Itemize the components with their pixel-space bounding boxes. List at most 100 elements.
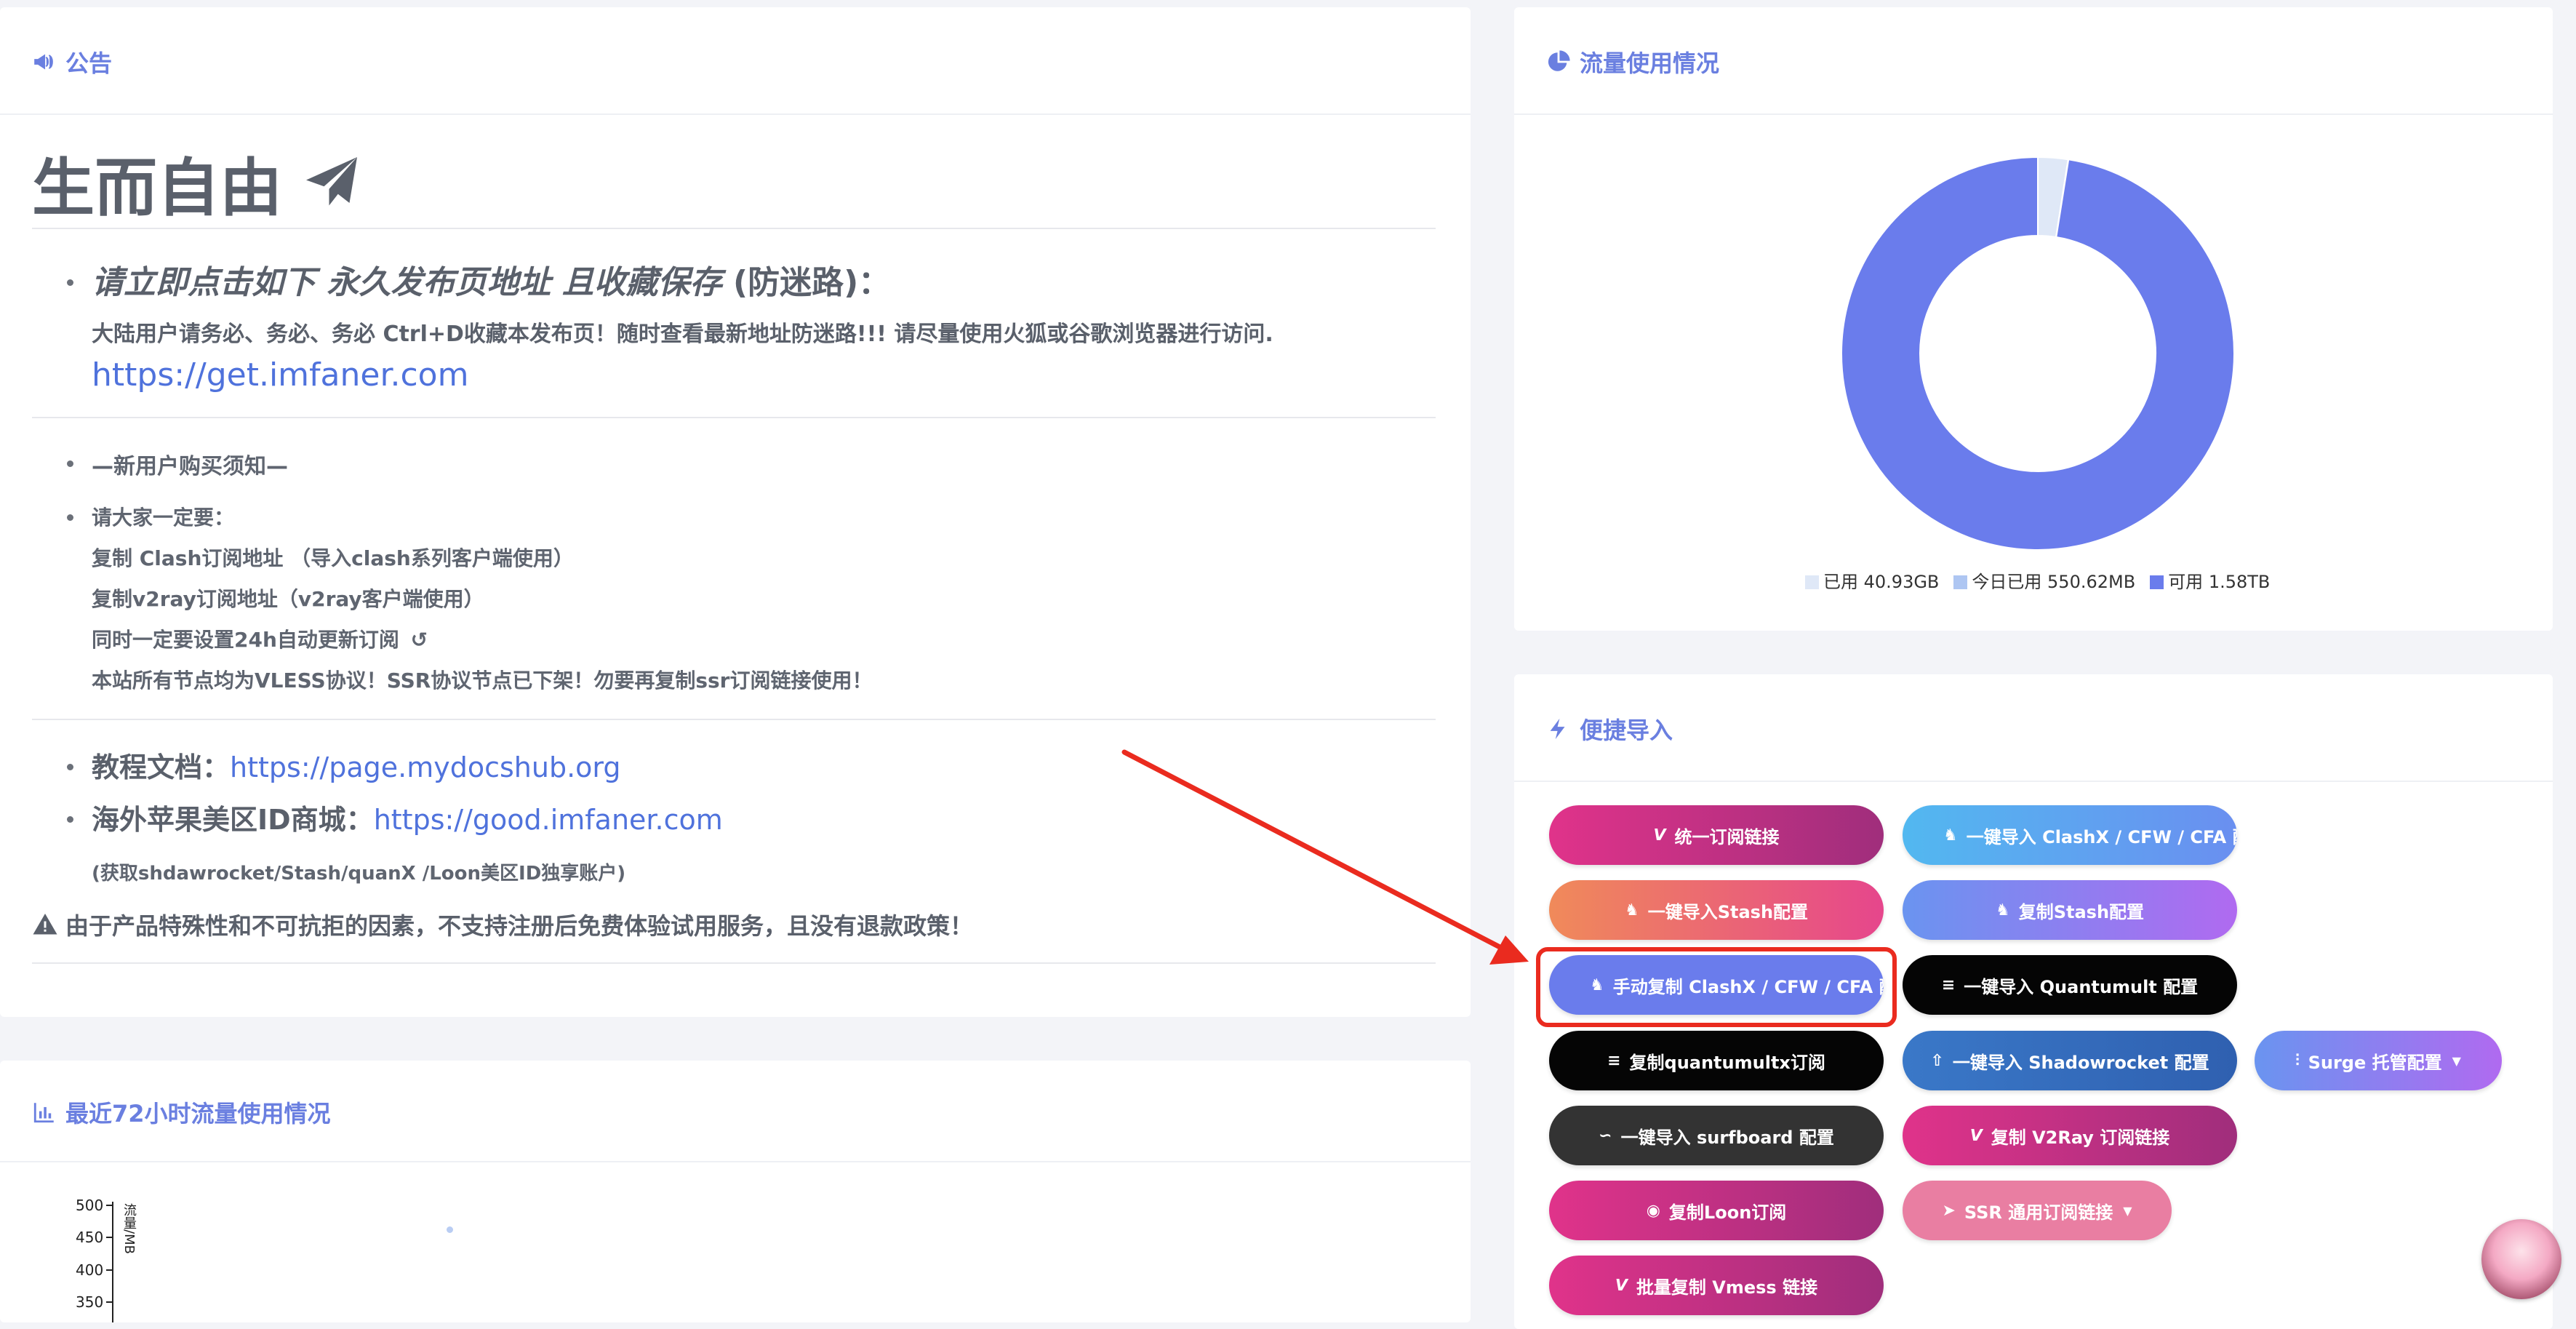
quantumult-icon: ≡ — [1607, 1051, 1621, 1070]
quantumult-icon: ≡ — [1941, 975, 1956, 994]
highlight-box — [1536, 947, 1897, 1027]
list-bullet — [67, 764, 73, 770]
announcement-title-text: 公告 — [65, 49, 113, 77]
usage-donut-chart — [1841, 156, 2235, 551]
y-tick-mark — [106, 1205, 112, 1206]
lead-suffix: (防迷路)： — [732, 264, 891, 301]
cat-icon: ♞ — [1943, 826, 1958, 845]
y-tick-label: 400 — [76, 1261, 104, 1279]
traffic-usage-title-text: 流量使用情况 — [1580, 49, 1720, 77]
traffic-usage-title: 流量使用情况 — [1546, 45, 1719, 79]
docs-row: 教程文档：https://page.mydocshub.org — [92, 745, 620, 785]
surfboard-icon: ∽ — [1599, 1126, 1612, 1145]
unified-subscription-button[interactable]: 𝙑 统一订阅链接 — [1549, 805, 1884, 865]
announcement-title: 公告 — [32, 45, 112, 79]
y-tick-label: 450 — [76, 1229, 104, 1246]
bookmark-note: 大陆用户请务必、务必、务必 Ctrl+D收藏本发布页！随时查看最新地址防迷路!!… — [92, 322, 1273, 347]
button-label: 一键导入 Quantumult 配置 — [1964, 976, 2199, 997]
surge-icon: ⫶ — [2295, 1051, 2300, 1070]
list-bullet — [67, 514, 73, 521]
batch-copy-vmess-button[interactable]: 𝙑 批量复制 Vmess 链接 — [1549, 1256, 1884, 1315]
divider — [32, 417, 1436, 418]
megaphone-icon — [34, 54, 53, 70]
button-label: 一键导入Stash配置 — [1647, 901, 1809, 922]
v-icon: 𝙑 — [1615, 1276, 1628, 1295]
cat-icon: ♞ — [1624, 901, 1639, 919]
traffic-72h-header: 最近72小时流量使用情况 — [0, 1061, 1471, 1162]
divider — [32, 228, 1436, 229]
copy-stash-button[interactable]: ♞ 复制Stash配置 — [1903, 880, 2237, 940]
import-quantumult-button[interactable]: ≡ 一键导入 Quantumult 配置 — [1903, 955, 2237, 1015]
traffic-72h-title: 最近72小时流量使用情况 — [32, 1095, 331, 1129]
list-bullet — [67, 279, 73, 286]
y-tick-label: 500 — [76, 1197, 104, 1214]
v-icon: 𝙑 — [1969, 1126, 1983, 1145]
legend-label: 可用 1.58TB — [2168, 572, 2271, 592]
announcement-header: 公告 — [0, 7, 1471, 115]
import-surfboard-button[interactable]: ∽ 一键导入 surfboard 配置 — [1549, 1106, 1884, 1165]
store-label: 海外苹果美区ID商城： — [92, 804, 374, 836]
button-label: 统一订阅链接 — [1674, 826, 1780, 847]
button-label: SSR 通用订阅链接 — [1964, 1202, 2113, 1223]
y-tick-mark — [106, 1301, 112, 1303]
import-clashx-button[interactable]: ♞ 一键导入 ClashX / CFW / CFA 配置 — [1903, 805, 2237, 865]
avatar[interactable] — [2481, 1219, 2561, 1299]
store-note: (获取shdawrocket/Stash/quanX /Loon美区ID独享账户… — [92, 863, 626, 885]
docs-link[interactable]: https://page.mydocshub.org — [230, 751, 620, 783]
traffic-usage-card: 流量使用情况 已用 40.93GB 今日已用 550.62MB 可用 1.58T… — [1514, 7, 2553, 631]
button-label: 复制quantumultx订阅 — [1629, 1052, 1825, 1073]
bolt-icon — [1550, 718, 1565, 740]
y-axis-line — [112, 1202, 113, 1322]
button-label: 一键导入 Shadowrocket 配置 — [1952, 1052, 2209, 1073]
legend-item-used: 已用 40.93GB — [1805, 567, 1939, 593]
y-tick-mark — [106, 1269, 112, 1271]
import-shadowrocket-button[interactable]: ⇧ 一键导入 Shadowrocket 配置 — [1903, 1031, 2237, 1090]
button-label: 复制Loon订阅 — [1668, 1202, 1787, 1223]
loon-icon: ◉ — [1646, 1201, 1660, 1220]
traffic-72h-card: 最近72小时流量使用情况 500 450 400 350 流量/MB — [0, 1061, 1471, 1322]
button-label: 一键导入 ClashX / CFW / CFA 配置 — [1966, 826, 2237, 847]
v2ray-copy-instruction: 复制v2ray订阅地址（v2ray客户端使用） — [92, 587, 484, 611]
new-user-notice: —新用户购买须知— — [92, 454, 288, 479]
button-label: 复制 V2Ray 订阅链接 — [1991, 1127, 2170, 1148]
store-link[interactable]: https://good.imfaner.com — [374, 804, 723, 836]
ssr-subscription-button[interactable]: ➤ SSR 通用订阅链接 ▼ — [1903, 1181, 2172, 1240]
quick-import-title: 便捷导入 — [1546, 712, 1673, 746]
data-point — [447, 1226, 453, 1233]
import-stash-button[interactable]: ♞ 一键导入Stash配置 — [1549, 880, 1884, 940]
refresh-icon: ↺ — [410, 628, 428, 652]
quick-import-header: 便捷导入 — [1514, 674, 2553, 782]
warning-row: 由于产品特殊性和不可抗拒的因素，不支持注册后免费体验试用服务，且没有退款政策！ — [32, 908, 973, 941]
heading-text: 生而自由 — [32, 152, 282, 225]
list-bullet — [67, 460, 73, 467]
button-label: Surge 托管配置 — [2308, 1052, 2442, 1073]
legend-item-available: 可用 1.58TB — [2150, 567, 2270, 593]
legend-item-today: 今日已用 550.62MB — [1953, 567, 2135, 593]
legend-swatch — [1805, 575, 1819, 589]
clash-copy-instruction: 复制 Clash订阅地址 （导入clash系列客户端使用） — [92, 546, 574, 570]
legend-label: 今日已用 550.62MB — [1972, 572, 2136, 592]
chevron-down-icon: ▼ — [2452, 1053, 2461, 1068]
store-row: 海外苹果美区ID商城：https://good.imfaner.com — [92, 797, 723, 837]
chevron-down-icon: ▼ — [2123, 1203, 2132, 1218]
button-label: 复制Stash配置 — [2018, 901, 2145, 922]
quick-import-title-text: 便捷导入 — [1580, 717, 1673, 744]
vless-protocol-notice: 本站所有节点均为VLESS协议！SSR协议节点已下架！勿要再复制ssr订阅链接使… — [92, 669, 873, 693]
docs-label: 教程文档： — [92, 751, 231, 783]
copy-v2ray-button[interactable]: 𝙑 复制 V2Ray 订阅链接 — [1903, 1106, 2237, 1165]
donut-slice-可用[interactable] — [1841, 156, 2235, 551]
lead-italic: 请立即点击如下 永久发布页地址 且收藏保存 — [92, 264, 722, 301]
traffic-usage-header: 流量使用情况 — [1514, 7, 2553, 115]
auto-update-text: 同时一定要设置24h自动更新订阅 — [92, 628, 399, 652]
permanent-address-link[interactable]: https://get.imfaner.com — [92, 356, 468, 394]
legend-swatch — [2150, 575, 2164, 589]
traffic-72h-title-text: 最近72小时流量使用情况 — [65, 1100, 331, 1128]
copy-quantumultx-button[interactable]: ≡ 复制quantumultx订阅 — [1549, 1031, 1884, 1090]
auto-update-instruction: 同时一定要设置24h自动更新订阅 ↺ — [92, 624, 428, 653]
surge-hosted-config-button[interactable]: ⫶ Surge 托管配置 ▼ — [2255, 1031, 2502, 1090]
button-label: 一键导入 surfboard 配置 — [1620, 1127, 1834, 1148]
annotation-arrow — [1121, 749, 1529, 965]
copy-loon-button[interactable]: ◉ 复制Loon订阅 — [1549, 1181, 1884, 1240]
legend-swatch — [1953, 575, 1968, 589]
cat-icon: ♞ — [1995, 901, 2010, 919]
